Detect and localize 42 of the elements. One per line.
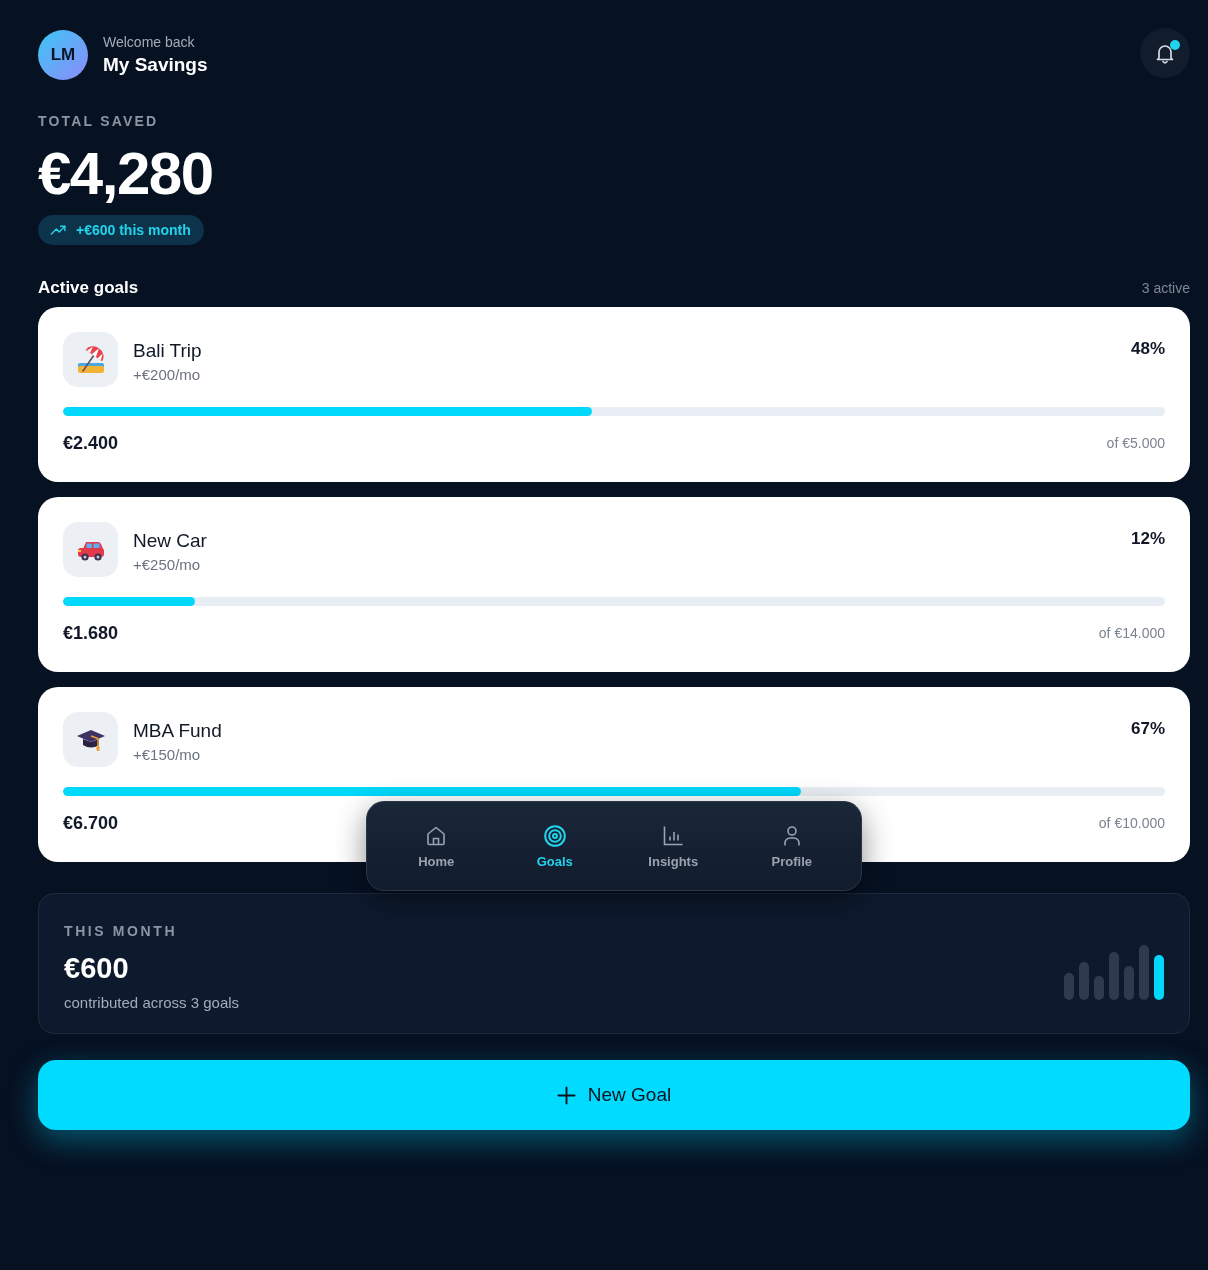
graduation-cap-icon: [63, 712, 118, 767]
target-icon: [542, 823, 567, 848]
goal-percent: 67%: [1130, 719, 1165, 739]
total-saved-label: TOTAL SAVED: [38, 112, 160, 130]
plus-icon: [556, 1085, 576, 1105]
chart-bar: [1109, 952, 1119, 1000]
monthly-change: +€600 this month: [76, 222, 191, 238]
goal-name: New Car: [133, 530, 208, 552]
chart-bar: [1154, 955, 1164, 1000]
new-goal-button[interactable]: New Goal: [38, 1060, 1190, 1130]
goal-rate: +€200/mo: [133, 365, 202, 384]
goal-rate: +€250/mo: [133, 555, 202, 574]
goal-percent: 48%: [1130, 339, 1165, 359]
saved-amount: €1.680: [63, 622, 119, 644]
greeting: Welcome back: [103, 34, 196, 51]
page-title: My Savings: [103, 54, 208, 76]
notifications-button[interactable]: [1140, 28, 1190, 78]
section-title: Active goals: [38, 278, 139, 298]
total-saved-amount: €4,280: [38, 142, 214, 206]
chart-bar: [1139, 945, 1149, 1000]
goal-rate: +€150/mo: [133, 745, 202, 764]
month-label: THIS MONTH: [64, 922, 179, 940]
target-amount: of €10.000: [1098, 815, 1165, 831]
target-amount: of €5.000: [1106, 435, 1165, 451]
goal-name: Bali Trip: [133, 340, 203, 362]
car-icon: [63, 522, 118, 577]
goal-card[interactable]: New Car +€250/mo 12% €1.680 of €14.000: [38, 497, 1190, 672]
goal-name: MBA Fund: [133, 720, 223, 742]
goal-percent: 12%: [1130, 529, 1165, 549]
goal-card[interactable]: Bali Trip +€200/mo 48% €2.400 of €5.000: [38, 307, 1190, 482]
chart-bar: [1079, 962, 1089, 1000]
avatar: LM: [38, 30, 88, 80]
chart-bar: [1064, 973, 1074, 1000]
month-amount: €600: [64, 951, 130, 985]
saved-amount: €6.700: [63, 812, 119, 834]
chart-bar: [1094, 976, 1104, 1000]
chart-bar: [1124, 966, 1134, 1000]
month-caption: contributed across 3 goals: [64, 993, 240, 1013]
target-amount: of €14.000: [1098, 625, 1165, 641]
beach-umbrella-icon: [63, 332, 118, 387]
saved-amount: €2.400: [63, 432, 119, 454]
active-count: 3 active: [1141, 280, 1190, 296]
